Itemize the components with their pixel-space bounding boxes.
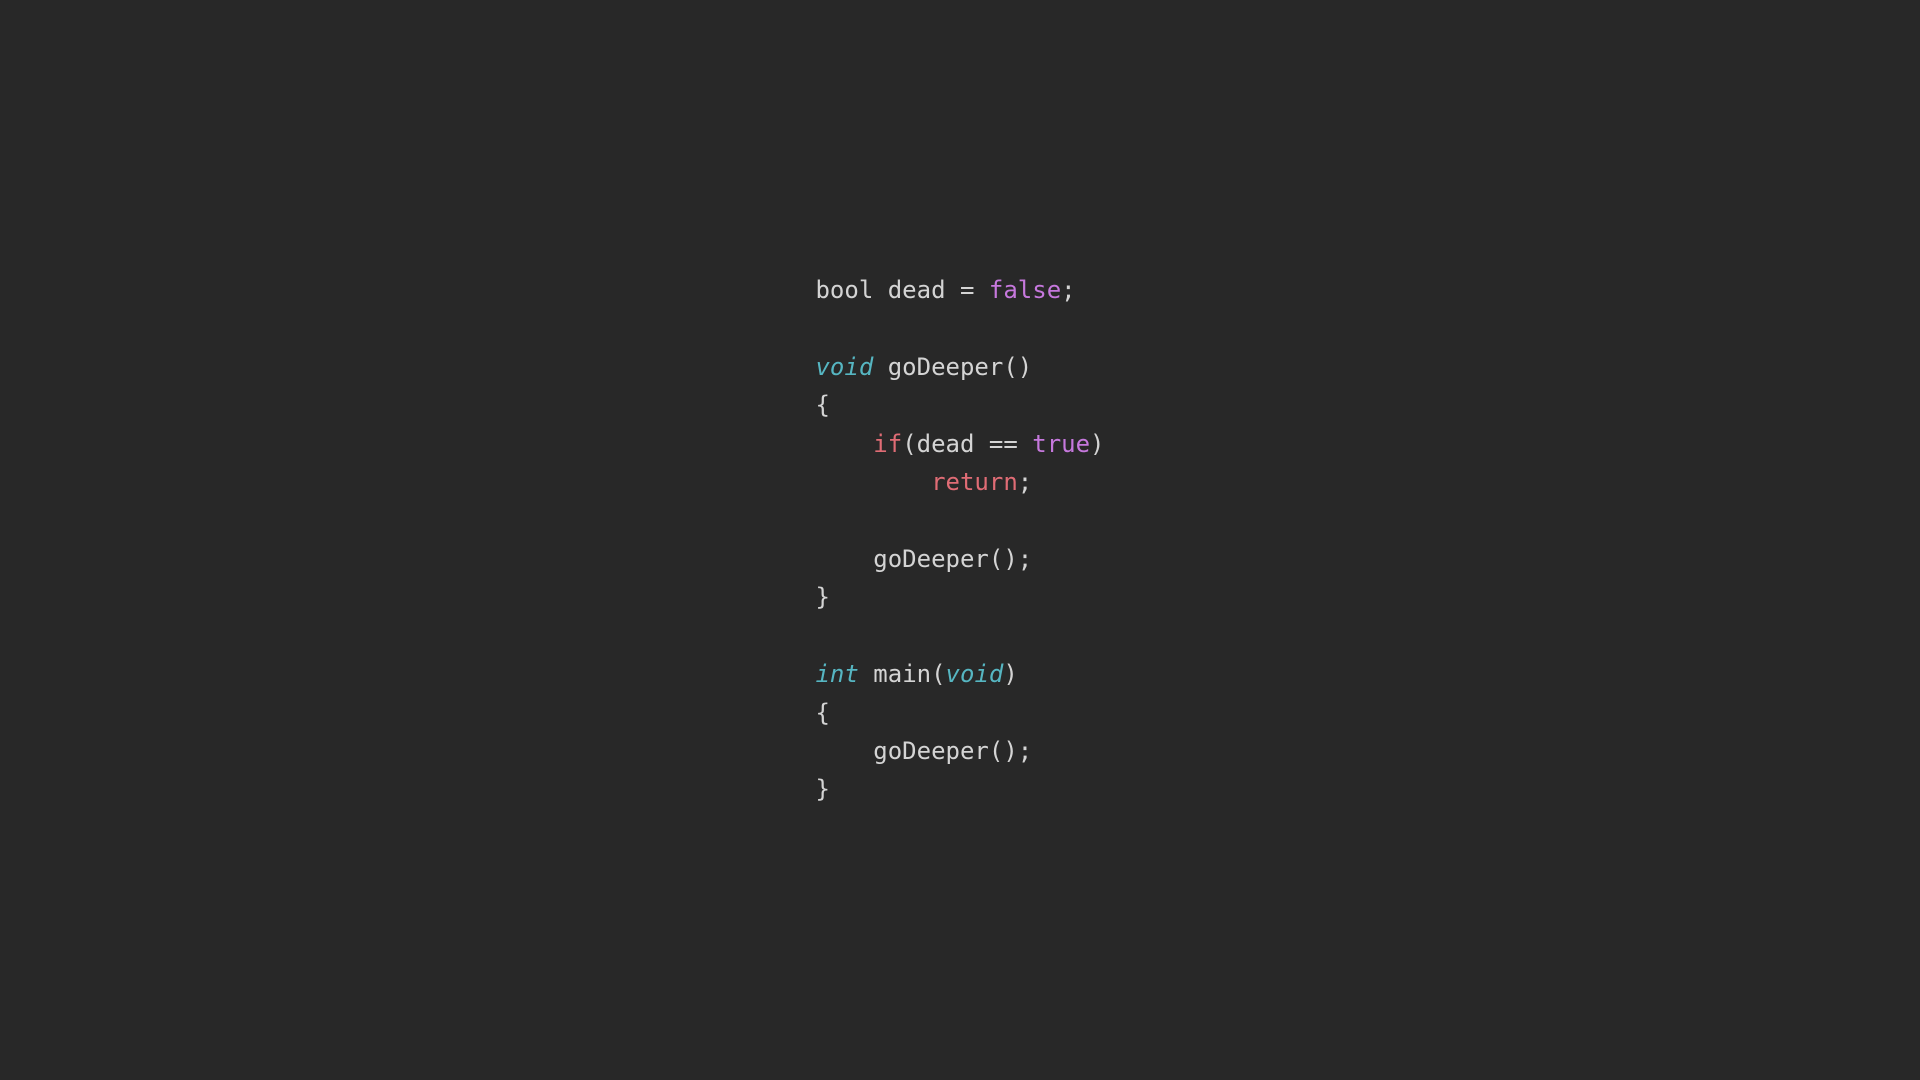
code-token: void xyxy=(815,353,873,381)
code-token xyxy=(815,468,931,496)
code-token: () xyxy=(1003,353,1032,381)
code-token: (); xyxy=(989,545,1032,573)
code-token: ( xyxy=(931,660,945,688)
code-token: false xyxy=(989,276,1061,304)
code-token xyxy=(974,276,988,304)
code-token xyxy=(946,276,960,304)
code-token xyxy=(815,430,873,458)
code-token: ( xyxy=(902,430,916,458)
code-token: dead xyxy=(888,276,946,304)
code-token xyxy=(1018,430,1032,458)
code-token: bool xyxy=(815,276,873,304)
code-token: goDeeper xyxy=(888,353,1004,381)
code-token: ) xyxy=(1090,430,1104,458)
code-token: ; xyxy=(1061,276,1075,304)
code-token: (); xyxy=(989,737,1032,765)
code-token: void xyxy=(946,660,1004,688)
code-token: dead xyxy=(917,430,975,458)
code-token: == xyxy=(989,430,1018,458)
code-token: return xyxy=(931,468,1018,496)
code-token: } xyxy=(815,583,829,611)
code-token xyxy=(815,737,873,765)
code-token: ) xyxy=(1003,660,1017,688)
code-token: { xyxy=(815,699,829,727)
code-token xyxy=(974,430,988,458)
code-token: { xyxy=(815,391,829,419)
code-token xyxy=(815,545,873,573)
code-token: goDeeper xyxy=(873,737,989,765)
code-token: if xyxy=(873,430,902,458)
code-token xyxy=(859,660,873,688)
code-token: } xyxy=(815,775,829,803)
code-token: goDeeper xyxy=(873,545,989,573)
code-snippet: bool dead = false; void goDeeper() { if(… xyxy=(815,271,1104,808)
code-token: = xyxy=(960,276,974,304)
code-token: main xyxy=(873,660,931,688)
code-token: true xyxy=(1032,430,1090,458)
code-token: ; xyxy=(1018,468,1032,496)
code-token xyxy=(873,353,887,381)
code-token xyxy=(873,276,887,304)
code-token: int xyxy=(815,660,858,688)
